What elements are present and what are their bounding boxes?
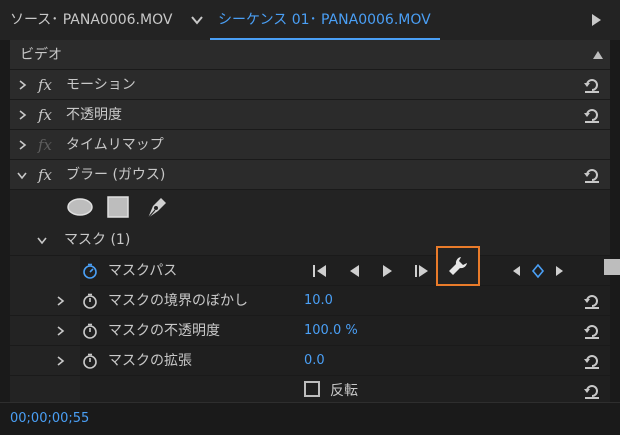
video-header-label: ビデオ <box>20 47 62 63</box>
fx-icon: fx <box>38 136 53 154</box>
track-backward-one-frame-icon[interactable] <box>346 263 362 279</box>
effect-label-time-remap: タイムリマップ <box>66 137 164 153</box>
effect-row-motion[interactable]: fx モーション <box>10 70 610 100</box>
chevron-right-icon[interactable] <box>54 295 66 307</box>
chevron-right-icon[interactable] <box>54 355 66 367</box>
stopwatch-icon[interactable] <box>82 263 98 279</box>
stopwatch-icon[interactable] <box>82 293 98 309</box>
reset-icon[interactable] <box>582 75 602 95</box>
prev-keyframe-icon[interactable] <box>510 263 522 279</box>
mask-feather-row: マスクの境界のぼかし 10.0 <box>10 286 610 316</box>
effect-row-blur[interactable]: fx ブラー (ガウス) <box>10 160 610 190</box>
chevron-right-icon[interactable] <box>16 139 28 151</box>
ellipse-mask-icon[interactable] <box>66 197 94 217</box>
mask-expansion-row: マスクの拡張 0.0 <box>10 346 610 376</box>
reset-icon[interactable] <box>582 105 602 125</box>
effect-label-motion: モーション <box>66 77 136 93</box>
chevron-down-icon[interactable] <box>36 234 48 246</box>
mask-inverted-label: 反転 <box>330 383 358 399</box>
status-bar: 00;00;00;55 <box>0 402 620 435</box>
panel-left-edge <box>0 40 10 402</box>
track-forward-one-frame-icon[interactable] <box>380 263 396 279</box>
fx-icon[interactable]: fx <box>38 106 52 124</box>
panel-right-edge <box>610 40 620 402</box>
reset-icon[interactable] <box>582 351 602 371</box>
mask-path-row: マスクパス <box>80 256 610 286</box>
timeline-edge-marker <box>604 259 620 275</box>
chevron-right-icon[interactable] <box>16 109 28 121</box>
mask-inverted-checkbox[interactable] <box>304 381 320 397</box>
reset-icon[interactable] <box>582 321 602 341</box>
effect-label-opacity: 不透明度 <box>66 107 122 123</box>
add-keyframe-icon[interactable] <box>530 263 546 279</box>
mask-expansion-value[interactable]: 0.0 <box>304 346 325 376</box>
track-backward-icon[interactable] <box>312 263 328 279</box>
mask-row[interactable]: マスク (1) <box>10 224 610 256</box>
next-keyframe-icon[interactable] <box>554 263 566 279</box>
stopwatch-icon[interactable] <box>82 353 98 369</box>
effect-label-blur: ブラー (ガウス) <box>66 167 166 183</box>
tab-source[interactable]: ソース･ PANA0006.MOV <box>10 0 172 40</box>
effect-row-opacity[interactable]: fx 不透明度 <box>10 100 610 130</box>
stopwatch-icon[interactable] <box>82 323 98 339</box>
tab-bar: ソース･ PANA0006.MOV シーケンス 01･ PANA0006.MOV <box>0 0 620 41</box>
video-header: ビデオ <box>10 40 610 70</box>
mask-track-settings-button[interactable] <box>436 246 480 286</box>
mask-opacity-value[interactable]: 100.0 % <box>304 316 358 346</box>
chevron-right-icon[interactable] <box>54 325 66 337</box>
effect-controls-panel: ビデオ fx モーション fx 不透明度 fx タイムリマップ fx ブラー (… <box>10 40 610 402</box>
chevron-right-icon[interactable] <box>16 79 28 91</box>
reset-icon[interactable] <box>582 165 602 185</box>
collapse-up-icon[interactable] <box>592 50 604 60</box>
panel-menu-icon[interactable] <box>590 14 602 26</box>
fx-icon[interactable]: fx <box>38 166 52 184</box>
pen-mask-icon[interactable] <box>144 194 170 220</box>
tab-effect-controls-sequence[interactable]: シーケンス 01･ PANA0006.MOV <box>218 0 431 40</box>
timecode-display[interactable]: 00;00;00;55 <box>10 403 89 435</box>
mask-opacity-row: マスクの不透明度 100.0 % <box>10 316 610 346</box>
mask-path-label: マスクパス <box>108 263 178 279</box>
mask-expansion-label: マスクの拡張 <box>108 353 192 369</box>
effect-row-time-remap[interactable]: fx タイムリマップ <box>10 130 610 160</box>
fx-icon[interactable]: fx <box>38 76 52 94</box>
chevron-down-icon[interactable] <box>16 169 28 181</box>
rectangle-mask-icon[interactable] <box>107 196 129 218</box>
mask-feather-value[interactable]: 10.0 <box>304 286 333 316</box>
mask-opacity-label: マスクの不透明度 <box>108 323 220 339</box>
wrench-icon <box>449 257 467 275</box>
reset-icon[interactable] <box>582 291 602 311</box>
reset-icon[interactable] <box>582 381 602 401</box>
mask-title: マスク (1) <box>64 232 131 248</box>
chevron-down-icon[interactable] <box>190 13 204 27</box>
track-forward-icon[interactable] <box>414 263 430 279</box>
mask-feather-label: マスクの境界のぼかし <box>108 293 248 309</box>
mask-tools-row <box>10 190 610 224</box>
